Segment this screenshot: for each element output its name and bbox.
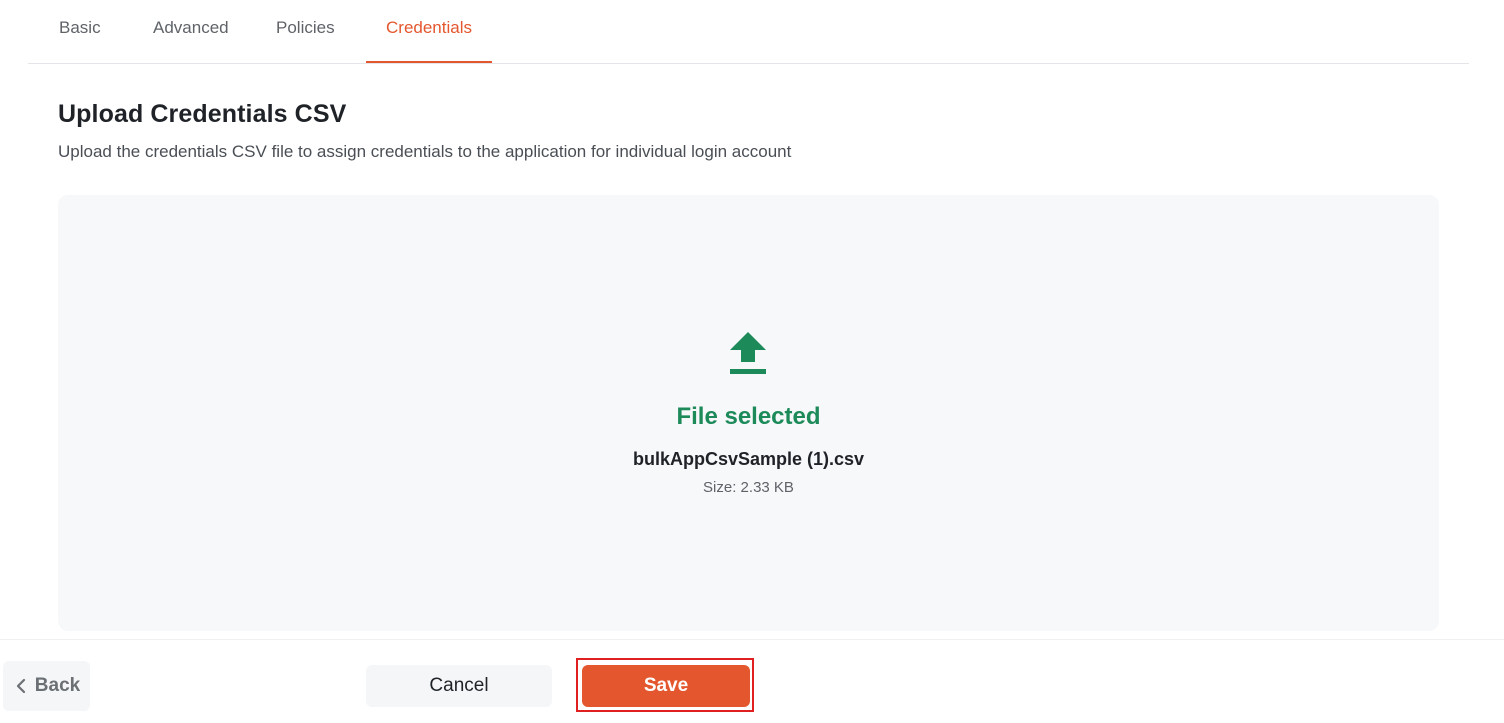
footer-divider: [0, 639, 1504, 640]
back-button[interactable]: Back: [3, 661, 90, 711]
save-button[interactable]: Save: [582, 665, 750, 707]
tab-basic[interactable]: Basic: [59, 0, 101, 62]
file-size: Size: 2.33 KB: [703, 479, 794, 496]
tab-bar: Basic Advanced Policies Credentials: [28, 0, 1469, 64]
credentials-page: Basic Advanced Policies Credentials Uplo…: [0, 0, 1504, 723]
chevron-left-icon: [16, 678, 25, 694]
tab-credentials[interactable]: Credentials: [366, 0, 492, 63]
file-name: bulkAppCsvSample (1).csv: [632, 449, 865, 469]
upload-icon: [730, 332, 766, 374]
back-button-label: Back: [34, 675, 81, 696]
upload-status: File selected: [676, 403, 821, 430]
cancel-button[interactable]: Cancel: [366, 665, 552, 707]
tab-advanced[interactable]: Advanced: [153, 0, 229, 62]
section-title: Upload Credentials CSV: [58, 100, 347, 128]
section-subtitle: Upload the credentials CSV file to assig…: [58, 142, 792, 161]
tab-policies[interactable]: Policies: [276, 0, 335, 62]
